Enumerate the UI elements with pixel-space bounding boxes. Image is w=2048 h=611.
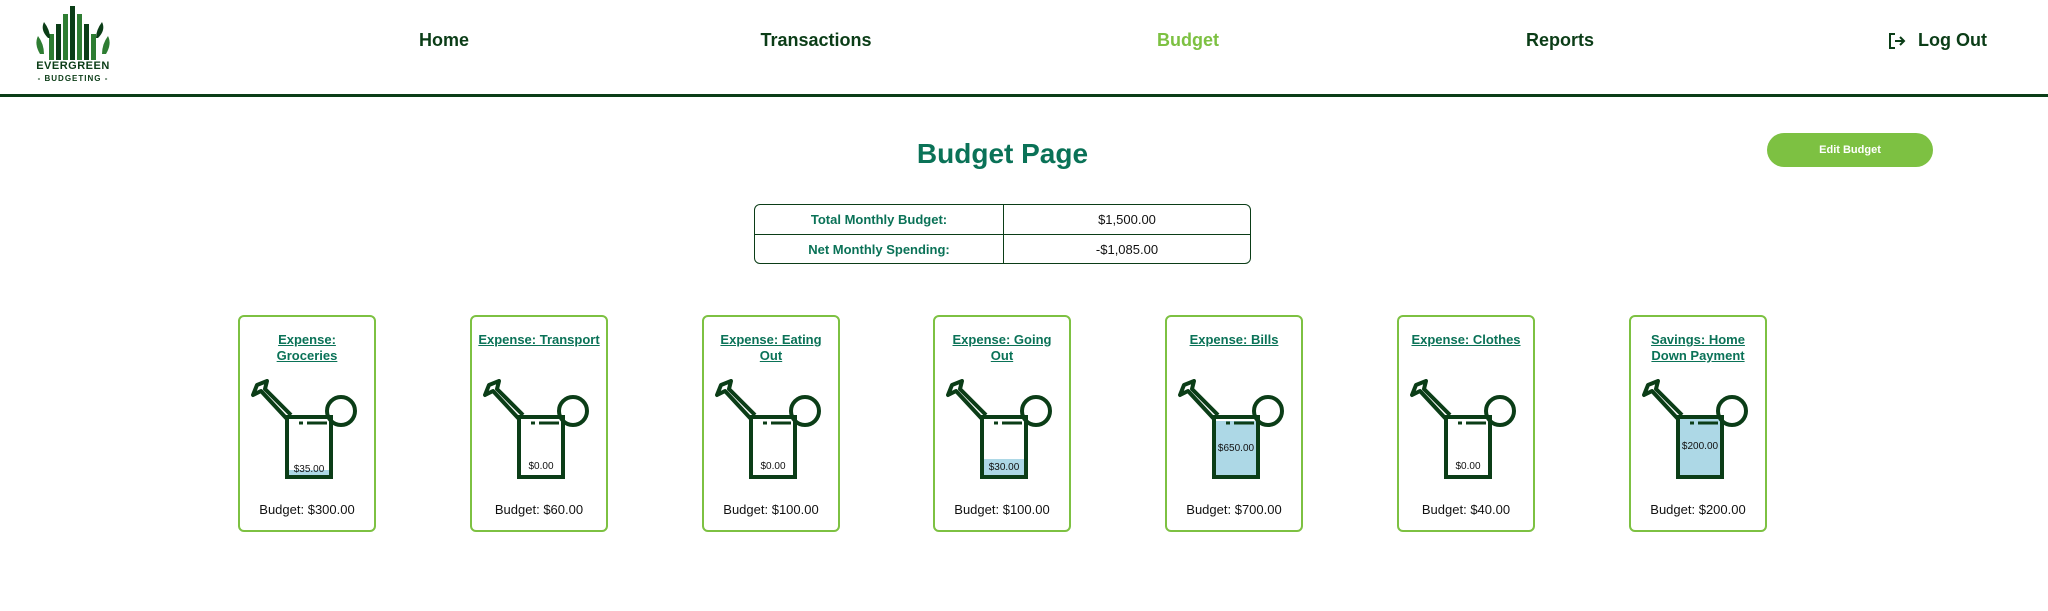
budget-card-title[interactable]: Expense: Going Out bbox=[941, 332, 1063, 364]
watering-can-icon bbox=[1642, 379, 1748, 479]
budget-card-title[interactable]: Expense: Transport bbox=[478, 332, 600, 348]
watering-can-icon bbox=[1178, 379, 1284, 479]
budget-amount: Budget: $100.00 bbox=[954, 502, 1050, 517]
logout-icon bbox=[1889, 32, 1906, 49]
spent-amount: $0.00 bbox=[1455, 461, 1481, 472]
budget-summary-table: Total Monthly Budget: $1,500.00 Net Mont… bbox=[754, 204, 1251, 264]
summary-row: Total Monthly Budget: $1,500.00 bbox=[755, 205, 1250, 234]
budget-card-title[interactable]: Expense: Clothes bbox=[1405, 332, 1527, 348]
budget-card-list: Expense: Groceries $35.00 Budget: $300.00 E… bbox=[0, 315, 2048, 532]
budget-card[interactable]: Expense: Transport $0.00 Budget: $60.00 bbox=[470, 315, 608, 532]
budget-card[interactable]: Expense: Eating Out $0.00 Budget: $100.00 bbox=[702, 315, 840, 532]
evergreen-logo[interactable]: EVERGREEN - BUDGETING - bbox=[30, 4, 116, 84]
budget-card-title[interactable]: Expense: Groceries bbox=[246, 332, 368, 364]
logo-subtitle: - BUDGETING - bbox=[37, 74, 109, 83]
budget-amount: Budget: $100.00 bbox=[723, 502, 819, 517]
logo-wordmark: EVERGREEN bbox=[36, 60, 110, 72]
summary-value: -$1,085.00 bbox=[1095, 242, 1159, 257]
budget-amount: Budget: $300.00 bbox=[259, 502, 355, 517]
budget-card[interactable]: Expense: Bills $650.00 Budget: $700.00 bbox=[1165, 315, 1303, 532]
nav-transactions[interactable]: Transactions bbox=[760, 30, 871, 51]
budget-amount: Budget: $700.00 bbox=[1186, 502, 1282, 517]
nav-home[interactable]: Home bbox=[419, 30, 469, 51]
budget-card[interactable]: Expense: Clothes $0.00 Budget: $40.00 bbox=[1397, 315, 1535, 532]
spent-amount: $30.00 bbox=[988, 462, 1020, 473]
nav-budget[interactable]: Budget bbox=[1157, 30, 1219, 51]
spent-amount: $0.00 bbox=[760, 461, 786, 472]
budget-card[interactable]: Savings: Home Down Payment $200.00 Budget:… bbox=[1629, 315, 1767, 532]
summary-row: Net Monthly Spending: -$1,085.00 bbox=[755, 234, 1250, 263]
summary-label: Total Monthly Budget: bbox=[755, 205, 1004, 234]
logout-button[interactable]: Log Out bbox=[1888, 30, 1987, 51]
summary-label: Net Monthly Spending: bbox=[755, 235, 1004, 263]
spent-amount: $0.00 bbox=[528, 461, 554, 472]
budget-amount: Budget: $200.00 bbox=[1650, 502, 1746, 517]
budget-card[interactable]: Expense: Groceries $35.00 Budget: $300.00 bbox=[238, 315, 376, 532]
tree-logo-icon bbox=[36, 6, 110, 60]
spent-amount: $35.00 bbox=[293, 464, 325, 475]
budget-card-title[interactable]: Expense: Eating Out bbox=[710, 332, 832, 364]
page-title: Budget Page bbox=[916, 138, 1089, 169]
nav-reports[interactable]: Reports bbox=[1526, 30, 1594, 51]
edit-budget-button[interactable]: Edit Budget bbox=[1767, 133, 1933, 167]
logout-label: Log Out bbox=[1918, 30, 1987, 50]
top-nav-bar: EVERGREEN - BUDGETING - Home Transaction… bbox=[0, 0, 2048, 97]
budget-amount: Budget: $40.00 bbox=[1421, 502, 1511, 517]
summary-value: $1,500.00 bbox=[1098, 212, 1156, 227]
spent-amount: $200.00 bbox=[1681, 441, 1719, 452]
budget-card-title[interactable]: Expense: Bills bbox=[1173, 332, 1295, 348]
budget-card-title[interactable]: Savings: Home Down Payment bbox=[1637, 332, 1759, 364]
budget-amount: Budget: $60.00 bbox=[494, 502, 584, 517]
spent-amount: $650.00 bbox=[1217, 443, 1255, 454]
budget-card[interactable]: Expense: Going Out $30.00 Budget: $100.00 bbox=[933, 315, 1071, 532]
